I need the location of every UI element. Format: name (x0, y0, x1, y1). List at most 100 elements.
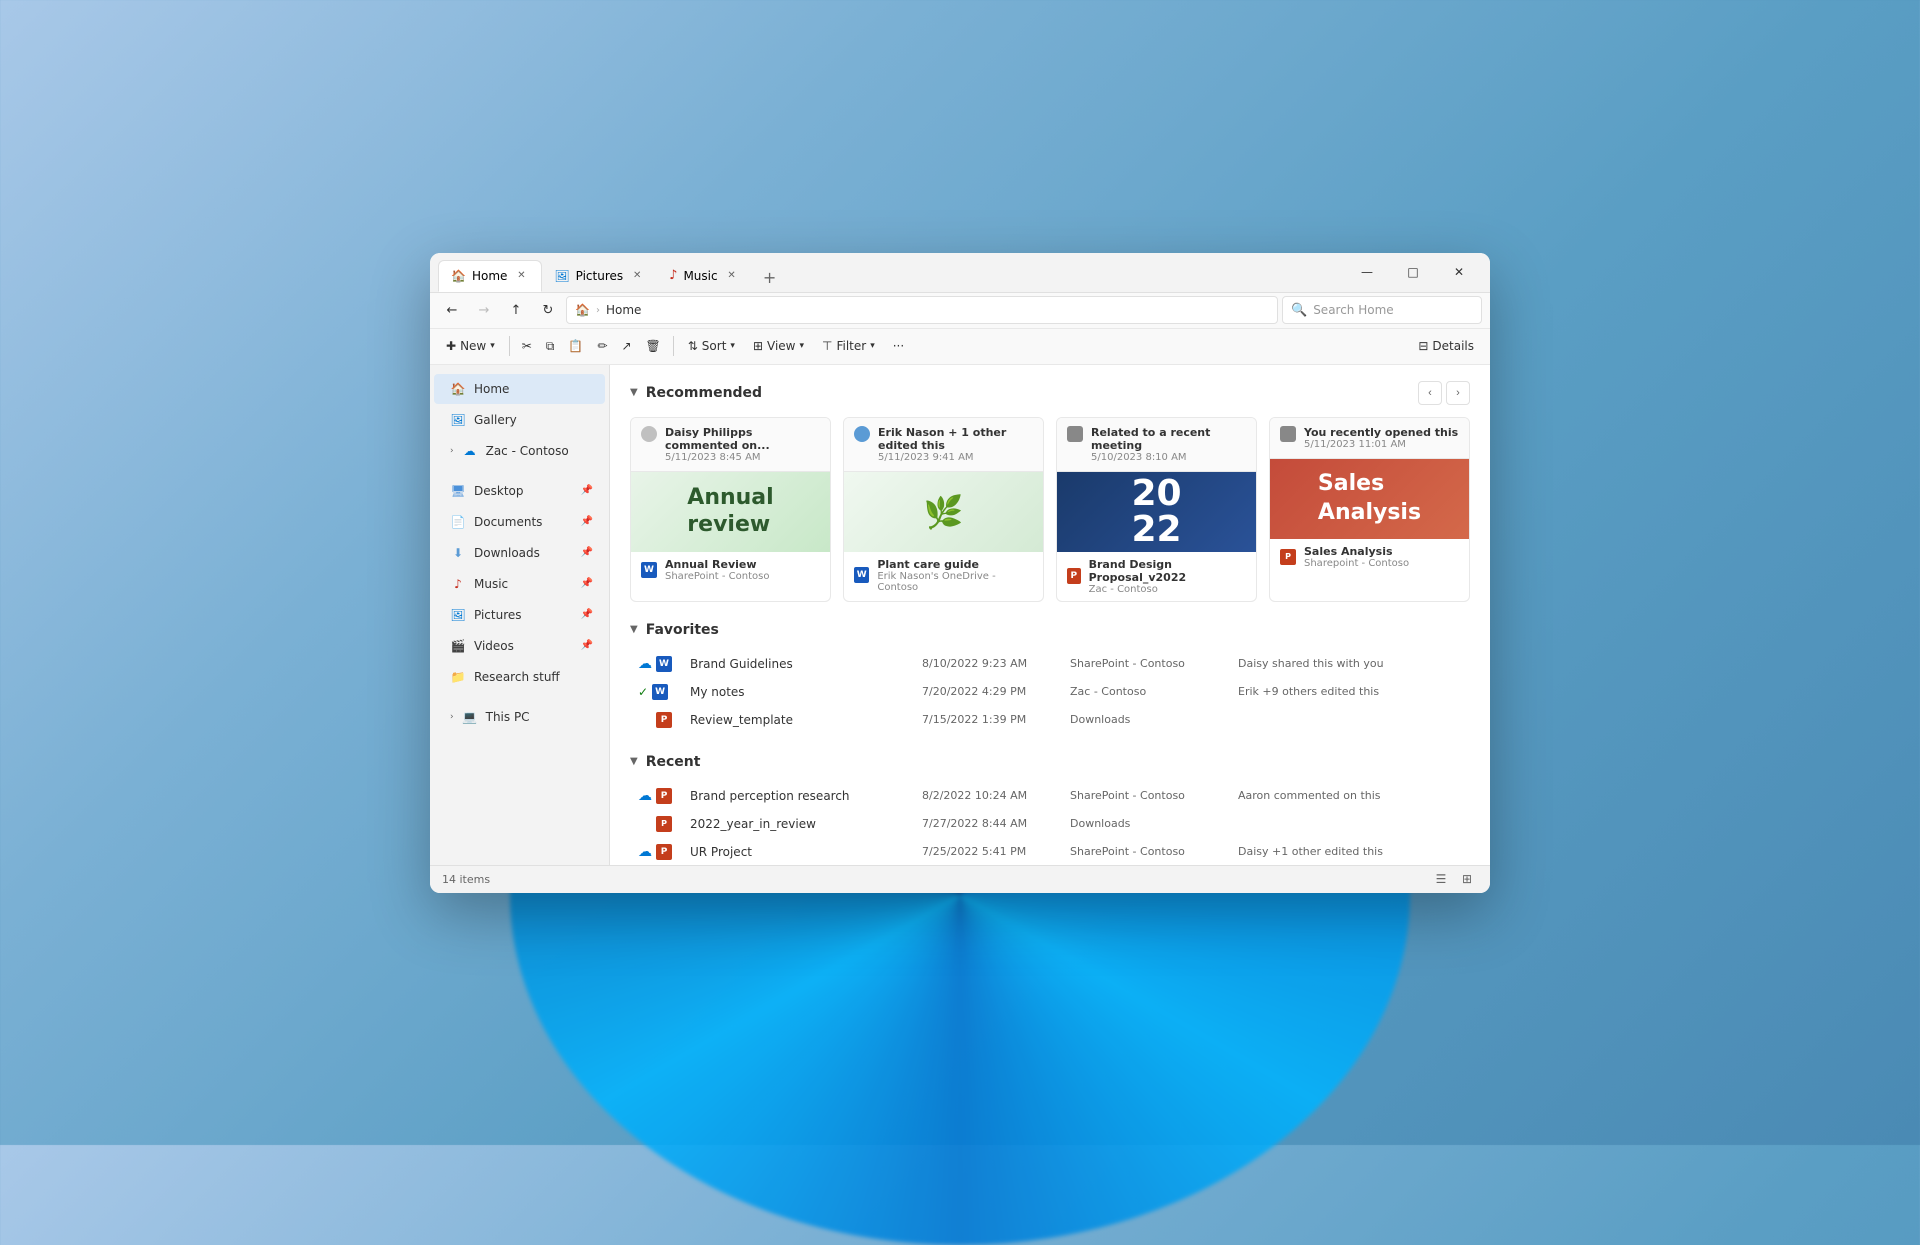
main-area: 🏠 Home 🖼 Gallery › ☁ Zac - Contoso 🖥 Des… (430, 365, 1490, 865)
brand-perception-name: Brand perception research (690, 789, 914, 803)
sidebar-item-zac-contoso[interactable]: › ☁ Zac - Contoso (434, 436, 605, 466)
my-notes-activity: Erik +9 others edited this (1238, 685, 1462, 698)
sidebar-research-label: Research stuff (474, 670, 560, 684)
word-icon-notes: W (652, 684, 668, 700)
rec-card-sales-analysis-preview: SalesAnalysis (1270, 459, 1469, 539)
toolbar-separator-1 (509, 336, 510, 356)
search-bar[interactable]: 🔍 Search Home (1282, 296, 1482, 324)
tab-music-close[interactable]: ✕ (724, 268, 740, 284)
brand-guidelines-activity: Daisy shared this with you (1238, 657, 1462, 670)
documents-sidebar-icon: 📄 (450, 514, 466, 530)
pin-icon-videos: 📌 (581, 640, 593, 651)
sidebar-item-music[interactable]: ♪ Music 📌 (434, 569, 605, 599)
rec-card-plant-care-date: 5/11/2023 9:41 AM (878, 452, 1033, 463)
rec-card-plant-care-user: Erik Nason + 1 other edited this (878, 426, 1033, 452)
music-sidebar-icon: ♪ (450, 576, 466, 592)
sidebar-item-downloads[interactable]: ⬇ Downloads 📌 (434, 538, 605, 568)
copy-button[interactable]: ⧉ (540, 332, 561, 360)
preview-sales-text: SalesAnalysis (1308, 460, 1431, 537)
rec-card-sales-analysis-footer: P Sales Analysis Sharepoint - Contoso (1270, 539, 1469, 575)
sidebar-item-pictures[interactable]: 🖼 Pictures 📌 (434, 600, 605, 630)
tab-music[interactable]: ♪ Music ✕ (657, 260, 751, 292)
filter-icon: ⊤ (822, 339, 832, 353)
rec-card-annual-review[interactable]: Daisy Philipps commented on... 5/11/2023… (630, 417, 831, 602)
add-tab-button[interactable]: + (756, 264, 784, 292)
brand-perception-activity: Aaron commented on this (1238, 789, 1462, 802)
favorites-row-brand-guidelines[interactable]: ☁ W Brand Guidelines 8/10/2022 9:23 AM S… (630, 650, 1470, 678)
sort-button[interactable]: ⇅ Sort ▾ (680, 332, 743, 360)
recent-row-year-review[interactable]: P 2022_year_in_review 7/27/2022 8:44 AM … (630, 810, 1470, 838)
recommended-next[interactable]: › (1446, 381, 1470, 405)
recommended-toggle[interactable]: ▼ (630, 387, 638, 398)
tab-bar: 🏠 Home ✕ 🖼 Pictures ✕ ♪ Music ✕ + (438, 253, 1336, 292)
rename-button[interactable]: ✏ (591, 332, 613, 360)
rec-card-plant-care[interactable]: Erik Nason + 1 other edited this 5/11/20… (843, 417, 1044, 602)
forward-button[interactable]: → (470, 296, 498, 324)
word-icon-1: W (641, 562, 657, 578)
sidebar-item-gallery[interactable]: 🖼 Gallery (434, 405, 605, 435)
delete-button[interactable]: 🗑 (640, 332, 667, 360)
title-bar: 🏠 Home ✕ 🖼 Pictures ✕ ♪ Music ✕ + — □ ✕ (430, 253, 1490, 293)
cloud-icon-bp: ☁ (638, 788, 652, 804)
tab-pictures-close[interactable]: ✕ (629, 268, 645, 284)
tab-home-close[interactable]: ✕ (513, 268, 529, 284)
more-button[interactable]: ··· (885, 332, 912, 360)
tab-home[interactable]: 🏠 Home ✕ (438, 260, 542, 292)
tab-pictures[interactable]: 🖼 Pictures ✕ (542, 260, 657, 292)
navigation-bar: ← → ↑ ↻ 🏠 › Home 🔍 Search Home (430, 293, 1490, 329)
review-template-name: Review_template (690, 713, 914, 727)
sidebar-item-home[interactable]: 🏠 Home (434, 374, 605, 404)
paste-button[interactable]: 📋 (562, 332, 589, 360)
recent-row-brand-perception[interactable]: ☁ P Brand perception research 8/2/2022 1… (630, 782, 1470, 810)
rec-card-sales-analysis-info: You recently opened this 5/11/2023 11:01… (1304, 426, 1459, 450)
address-home-icon: 🏠 (575, 303, 590, 317)
maximize-button[interactable]: □ (1390, 256, 1436, 288)
window-controls: — □ ✕ (1344, 256, 1482, 288)
file-explorer-window: 🏠 Home ✕ 🖼 Pictures ✕ ♪ Music ✕ + — □ ✕ (430, 253, 1490, 893)
sidebar-videos-label: Videos (474, 639, 514, 653)
filter-button[interactable]: ⊤ Filter ▾ (814, 332, 883, 360)
recommended-prev[interactable]: ‹ (1418, 381, 1442, 405)
back-button[interactable]: ← (438, 296, 466, 324)
rec-card-plant-care-preview: 🌿 (844, 472, 1043, 552)
expand-icon: › (450, 446, 454, 456)
list-view-button[interactable]: ☰ (1430, 868, 1452, 890)
toolbar: ✚ New ▾ ✂ ⧉ 📋 ✏ ↗ 🗑 ⇅ Sort ▾ ⊞ View ▾ ⊤ … (430, 329, 1490, 365)
rec-card-annual-review-header: Daisy Philipps commented on... 5/11/2023… (631, 418, 830, 472)
my-notes-date: 7/20/2022 4:29 PM (922, 685, 1062, 698)
avatar-daisy (641, 426, 657, 442)
sidebar-item-this-pc[interactable]: › 💻 This PC (434, 702, 605, 732)
rec-card-sales-analysis[interactable]: You recently opened this 5/11/2023 11:01… (1269, 417, 1470, 602)
sidebar-item-desktop[interactable]: 🖥 Desktop 📌 (434, 476, 605, 506)
rec-card-annual-review-date: 5/11/2023 8:45 AM (665, 452, 820, 463)
favorites-row-my-notes[interactable]: ✓ W My notes 7/20/2022 4:29 PM Zac - Con… (630, 678, 1470, 706)
minimize-button[interactable]: — (1344, 256, 1390, 288)
address-bar[interactable]: 🏠 › Home (566, 296, 1278, 324)
opened-icon (1280, 426, 1296, 442)
my-notes-icons: ✓ W (638, 684, 682, 700)
recent-toggle[interactable]: ▼ (630, 756, 638, 767)
sidebar: 🏠 Home 🖼 Gallery › ☁ Zac - Contoso 🖥 Des… (430, 365, 610, 865)
grid-view-button[interactable]: ⊞ (1456, 868, 1478, 890)
recent-row-ur-project[interactable]: ☁ P UR Project 7/25/2022 5:41 PM SharePo… (630, 838, 1470, 865)
sidebar-item-documents[interactable]: 📄 Documents 📌 (434, 507, 605, 537)
rec-card-brand-design-filename: Brand Design Proposal_v2022 Zac - Contos… (1089, 558, 1246, 595)
cut-button[interactable]: ✂ (516, 332, 538, 360)
favorites-toggle[interactable]: ▼ (630, 624, 638, 635)
details-button[interactable]: ⊟ Details (1410, 332, 1482, 360)
tab-music-label: Music (683, 269, 717, 283)
up-button[interactable]: ↑ (502, 296, 530, 324)
new-button[interactable]: ✚ New ▾ (438, 332, 503, 360)
refresh-button[interactable]: ↻ (534, 296, 562, 324)
share-button[interactable]: ↗ (615, 332, 637, 360)
rec-card-brand-design[interactable]: Related to a recent meeting 5/10/2023 8:… (1056, 417, 1257, 602)
view-button[interactable]: ⊞ View ▾ (745, 332, 812, 360)
sidebar-item-research[interactable]: 📁 Research stuff (434, 662, 605, 692)
sidebar-item-videos[interactable]: 🎬 Videos 📌 (434, 631, 605, 661)
favorites-row-review-template[interactable]: P Review_template 7/15/2022 1:39 PM Down… (630, 706, 1470, 734)
recommended-grid: Daisy Philipps commented on... 5/11/2023… (630, 417, 1470, 602)
tab-home-label: Home (472, 269, 507, 283)
sidebar-this-pc-label: This PC (486, 710, 530, 724)
close-button[interactable]: ✕ (1436, 256, 1482, 288)
brand-perception-location: SharePoint - Contoso (1070, 789, 1230, 802)
